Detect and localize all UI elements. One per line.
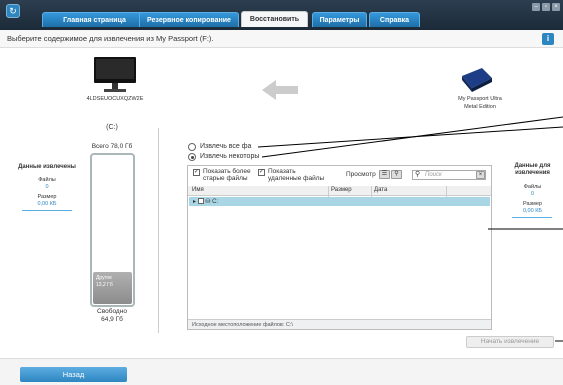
right-stats-title-line1: Данные для xyxy=(514,163,551,169)
file-browser: ✓ Показать более старые файлы ✓ Показать… xyxy=(187,165,492,330)
right-size-value: 0,00 КБ xyxy=(522,208,543,214)
show-deleted-files-label: Показать удаленные файлы xyxy=(268,168,324,182)
column-divider xyxy=(371,186,372,197)
search-view-icon[interactable]: ⚲ xyxy=(391,170,402,179)
right-stats-divider xyxy=(512,217,552,218)
right-files-value: 0 xyxy=(530,191,535,197)
source-computer-name: 4LDSEUOCUXQZW2E xyxy=(86,96,144,102)
show-deleted-files-checkbox[interactable]: ✓ xyxy=(258,169,265,176)
tree-row-c-drive[interactable]: ▸ ⛁ C: xyxy=(189,197,490,206)
left-stats-divider xyxy=(22,210,72,211)
view-label: Просмотр xyxy=(346,171,376,178)
arrow-left-icon xyxy=(262,80,298,100)
other-usage-label: Другое xyxy=(96,275,112,281)
column-size[interactable]: Размер xyxy=(331,187,352,193)
tab-home[interactable]: Главная страница xyxy=(42,12,147,27)
column-divider xyxy=(446,186,447,197)
left-size-value: 0,00 КБ xyxy=(37,201,57,207)
title-bar: ↻ Главная страница Резервное копирование… xyxy=(0,0,563,30)
window-controls: – ▫ × xyxy=(532,3,560,11)
app-logo-icon[interactable]: ↻ xyxy=(6,4,20,18)
column-divider xyxy=(328,186,329,197)
search-input[interactable]: Поиск xyxy=(412,170,486,180)
extract-some-radio[interactable] xyxy=(188,153,196,161)
left-files-value: 0 xyxy=(45,184,49,190)
show-old-files-label-line2: старые файлы xyxy=(203,175,248,182)
show-old-files-label: Показать более старые файлы xyxy=(203,168,251,182)
row-checkbox[interactable] xyxy=(197,198,204,204)
footer-bar: Назад xyxy=(0,358,563,385)
drive-letter: (C:) xyxy=(106,124,118,131)
instruction-text: Выберите содержимое для извлечения из My… xyxy=(7,34,214,43)
expand-icon[interactable]: ▸ xyxy=(193,199,196,205)
status-bar: Исходное местоположение файлов: C:\ xyxy=(188,319,491,329)
extract-some-label: Извлечь некоторы xyxy=(200,153,260,160)
column-date[interactable]: Дата xyxy=(374,187,387,193)
other-usage-value: 13,2 Гб xyxy=(96,282,113,288)
drive-total: Всего 78,0 Гб xyxy=(91,143,133,150)
target-drive-name-line2: Metal Edition xyxy=(464,104,496,110)
show-deleted-files-label-line2: удаленные файлы xyxy=(268,175,325,182)
drive-icon: ⛁ xyxy=(205,199,211,205)
minimize-icon[interactable]: – xyxy=(532,3,540,11)
show-old-files-label-line1: Показать более xyxy=(203,168,251,175)
clear-search-icon[interactable]: × xyxy=(476,171,485,179)
tab-backup[interactable]: Резервное копирование xyxy=(139,12,239,27)
tab-help[interactable]: Справка xyxy=(369,12,420,27)
search-icon: ⚲ xyxy=(415,171,421,178)
left-stats-title: Данные извлечены xyxy=(18,164,76,170)
close-icon[interactable]: × xyxy=(552,3,560,11)
info-icon[interactable]: i xyxy=(542,33,554,45)
tab-restore[interactable]: Восстановить xyxy=(241,11,308,27)
column-separator xyxy=(158,128,159,333)
left-files-label: Файлы xyxy=(38,177,56,183)
show-old-files-checkbox[interactable]: ✓ xyxy=(193,169,200,176)
computer-icon xyxy=(94,57,136,92)
extract-all-radio[interactable] xyxy=(188,143,196,151)
free-space-label: Свободно xyxy=(97,308,127,315)
back-button[interactable]: Назад xyxy=(20,367,127,382)
external-drive-icon xyxy=(462,68,492,92)
right-files-label: Файлы xyxy=(523,184,542,190)
extract-all-label: Извлечь все фа xyxy=(200,143,252,150)
free-space-value: 64,9 Гб xyxy=(101,316,123,323)
target-drive-name-line1: My Passport Ultra xyxy=(458,96,502,102)
drive-capacity-bar: Другое 13,2 Гб xyxy=(90,153,135,307)
list-view-icon[interactable]: ☰ xyxy=(379,170,390,179)
tab-settings[interactable]: Параметры xyxy=(312,12,367,27)
instruction-bar: Выберите содержимое для извлечения из My… xyxy=(0,30,563,48)
other-usage-segment: Другое 13,2 Гб xyxy=(93,272,132,304)
right-size-label: Размер xyxy=(523,201,542,207)
right-stats-title-line2: извлечения xyxy=(515,170,550,176)
show-deleted-files-label-line1: Показать xyxy=(268,168,296,175)
restore-icon[interactable]: ▫ xyxy=(542,3,550,11)
left-size-label: Размер xyxy=(37,194,57,200)
tree-row-label: C: xyxy=(212,199,219,205)
start-extraction-button[interactable]: Начать извлечение xyxy=(466,336,554,348)
column-name[interactable]: Имя xyxy=(192,187,204,193)
